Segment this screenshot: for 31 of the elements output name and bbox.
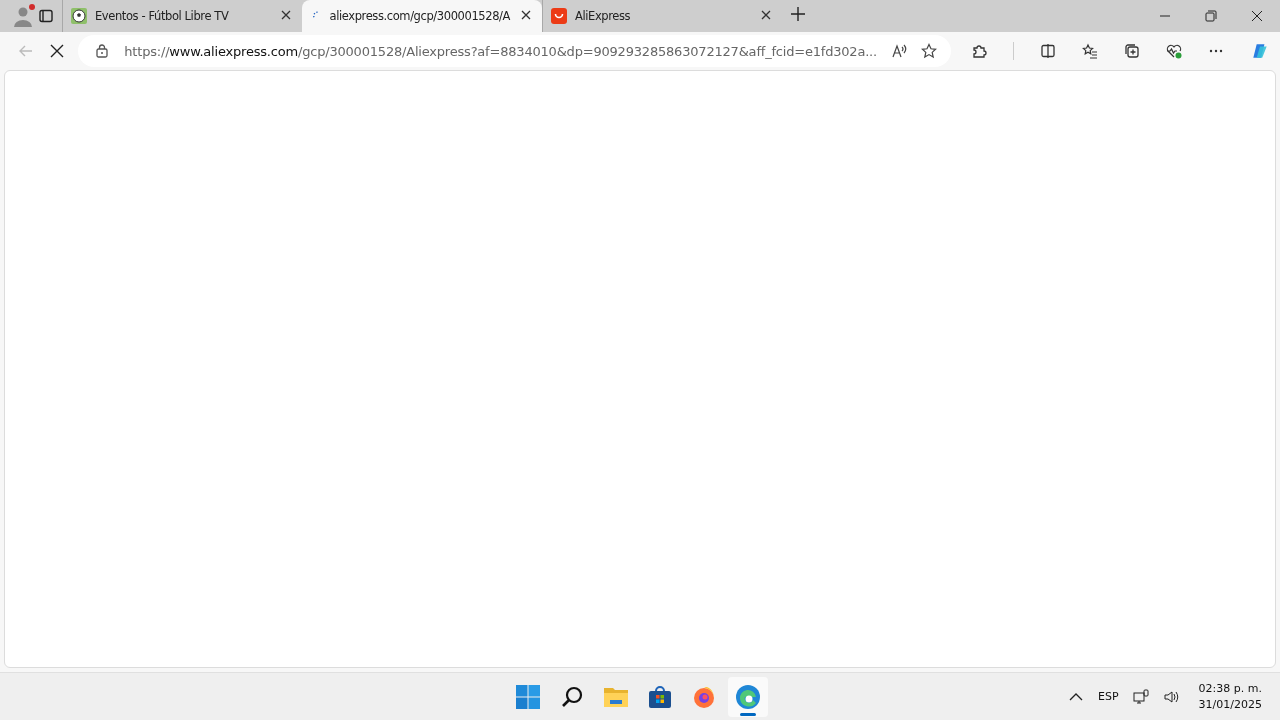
shopping-bag-icon: [551, 8, 567, 24]
folder-icon[interactable]: [603, 685, 629, 709]
speaker-icon[interactable]: [1162, 688, 1179, 705]
notification-dot: [29, 4, 35, 10]
close-icon[interactable]: [1249, 8, 1265, 24]
windows-start-icon[interactable]: [516, 685, 540, 709]
puzzle-icon[interactable]: [971, 43, 987, 59]
store-bag-icon[interactable]: [648, 685, 672, 709]
clock-time[interactable]: 02:38 p. m.: [1198, 682, 1262, 695]
active-app-tile[interactable]: [728, 677, 768, 717]
soccer-ball-icon: [71, 8, 87, 24]
stop-loading-icon[interactable]: [48, 43, 65, 59]
clock-date[interactable]: 31/01/2025: [1198, 698, 1262, 711]
tab-actions-icon[interactable]: [38, 8, 54, 24]
new-tab-icon[interactable]: [790, 6, 806, 22]
lock-icon[interactable]: [94, 43, 111, 59]
url-text: https://www.aliexpress.com/gcp/300001528/Aliexpress?af=8834010&dp=909293285863072127&aff_fcid=e1fd302a...: [124, 43, 877, 59]
edge-browser-icon[interactable]: [735, 684, 761, 710]
favorites-icon[interactable]: [1082, 43, 1098, 59]
language-indicator[interactable]: ESP: [1098, 690, 1119, 703]
network-icon[interactable]: [1132, 688, 1149, 705]
restore-icon[interactable]: [1203, 8, 1219, 24]
read-aloud-icon[interactable]: [891, 43, 907, 59]
firefox-icon[interactable]: [692, 685, 716, 709]
address-bar[interactable]: https://www.aliexpress.com/gcp/300001528/Aliexpress?af=8834010&dp=909293285863072127&aff_fcid=e1fd302a...: [78, 35, 951, 67]
heartbeat-icon[interactable]: [1166, 43, 1182, 59]
collections-icon[interactable]: [1124, 43, 1140, 59]
browser-tab[interactable]: aliexpress.com/gcp/300001528/A: [302, 0, 542, 32]
search-icon[interactable]: [560, 685, 584, 709]
split-screen-icon[interactable]: [1040, 43, 1056, 59]
star-icon[interactable]: [921, 43, 937, 59]
